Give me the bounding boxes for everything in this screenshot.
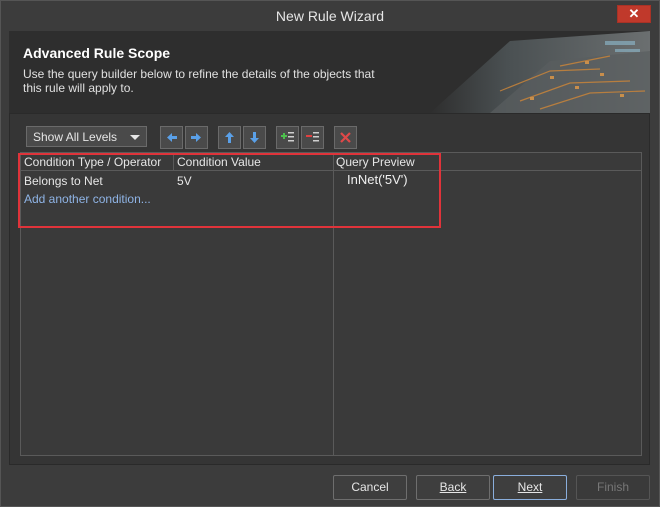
back-button[interactable]: Back <box>416 475 490 500</box>
move-up-button[interactable] <box>218 126 241 149</box>
move-right-button[interactable] <box>185 126 208 149</box>
cancel-button[interactable]: Cancel <box>333 475 407 500</box>
arrow-up-icon <box>225 132 234 143</box>
title-bar: New Rule Wizard ✕ <box>1 1 659 31</box>
window-title: New Rule Wizard <box>275 8 385 24</box>
back-label: Back <box>439 480 467 494</box>
header-banner: Advanced Rule Scope Use the query builde… <box>9 31 650 113</box>
move-down-button[interactable] <box>243 126 266 149</box>
arrow-left-icon <box>167 133 177 142</box>
move-left-button[interactable] <box>160 126 183 149</box>
levels-dropdown[interactable]: Show All Levels <box>26 126 147 147</box>
close-button[interactable]: ✕ <box>617 5 651 23</box>
next-label: Next <box>517 480 543 494</box>
arrow-down-icon <box>250 132 259 143</box>
finish-button[interactable]: Finish <box>576 475 650 500</box>
levels-dropdown-value: Show All Levels <box>33 130 118 144</box>
annotation-highlight-box <box>18 153 441 228</box>
remove-condition-icon <box>306 132 319 142</box>
add-condition-button[interactable] <box>276 126 299 149</box>
cancel-label: Cancel <box>351 480 389 494</box>
pcb-banner-image <box>430 31 650 113</box>
next-button[interactable]: Next <box>493 475 567 500</box>
finish-label: Finish <box>596 480 629 494</box>
wizard-window: New Rule Wizard ✕ Advanced Rule Scope Us… <box>0 0 660 507</box>
delete-button[interactable] <box>334 126 357 149</box>
chevron-down-icon <box>130 135 140 140</box>
add-condition-icon <box>281 132 294 142</box>
arrow-right-icon <box>191 133 201 142</box>
remove-condition-button[interactable] <box>301 126 324 149</box>
page-title: Advanced Rule Scope <box>23 45 171 61</box>
page-description: Use the query builder below to refine th… <box>23 67 375 95</box>
delete-icon <box>340 132 351 143</box>
